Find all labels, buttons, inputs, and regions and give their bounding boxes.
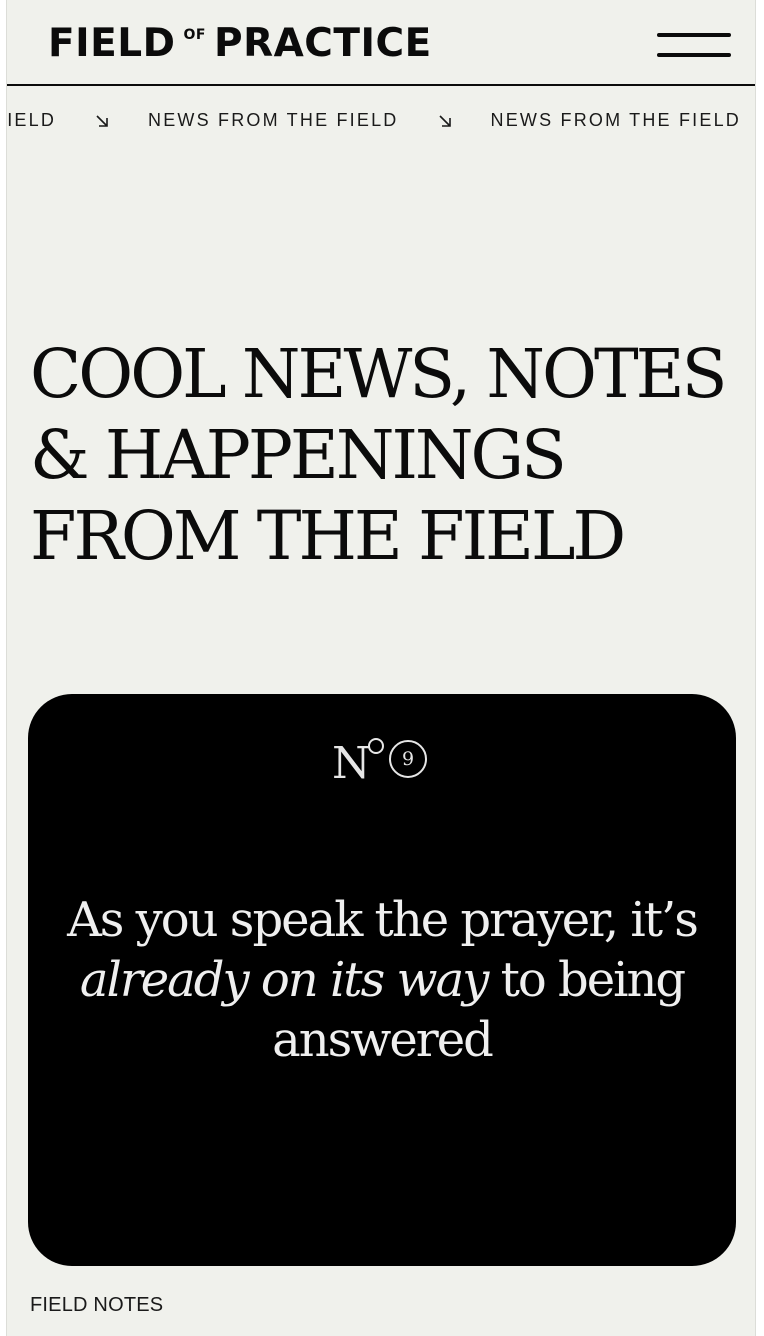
featured-quote: As you speak the prayer, it’s already on…: [38, 890, 726, 1070]
issue-number: N 9: [332, 734, 432, 790]
featured-post-card[interactable]: N 9 As you speak the prayer, it’s alread…: [28, 694, 736, 1266]
hamburger-icon-bottom-bar: [657, 53, 731, 57]
logo-word-field: FIELD: [48, 21, 176, 66]
page: FIELD OF PRACTICE FIELD NEWS FROM THE FI…: [6, 0, 756, 1336]
issue-number-circle: 9: [389, 740, 427, 778]
news-ticker: FIELD NEWS FROM THE FIELD NEWS FROM THE …: [7, 100, 755, 144]
menu-button[interactable]: [655, 30, 733, 62]
logo-word-practice: PRACTICE: [214, 21, 432, 66]
page-title: COOL NEWS, NOTES & HAPPENINGS FROM THE F…: [30, 334, 740, 577]
page-title-line: FROM THE FIELD: [30, 497, 626, 575]
ticker-item: NEWS FROM THE FIELD: [148, 110, 399, 130]
page-title-line: COOL NEWS, NOTES: [30, 335, 727, 413]
hamburger-icon-top-bar: [657, 33, 731, 37]
site-logo[interactable]: FIELD OF PRACTICE: [48, 24, 432, 64]
quote-emphasis: already on its way: [79, 952, 489, 1008]
arrow-down-right-icon: [438, 114, 451, 127]
ticker-item: NEWS FROM THE FIELD: [490, 110, 741, 130]
logo-word-of: OF: [183, 27, 206, 43]
post-category-link[interactable]: FIELD NOTES: [30, 1294, 163, 1317]
site-header: FIELD OF PRACTICE: [7, 0, 755, 86]
page-title-line: & HAPPENINGS: [30, 416, 567, 494]
quote-text: As you speak the prayer, it’s: [67, 892, 699, 948]
issue-prefix: N: [332, 738, 370, 789]
ticker-item: FIELD: [7, 110, 57, 130]
arrow-down-right-icon: [96, 114, 108, 127]
ticker-track: FIELD NEWS FROM THE FIELD NEWS FROM THE …: [7, 110, 741, 131]
numero-ring-icon: [368, 738, 384, 754]
